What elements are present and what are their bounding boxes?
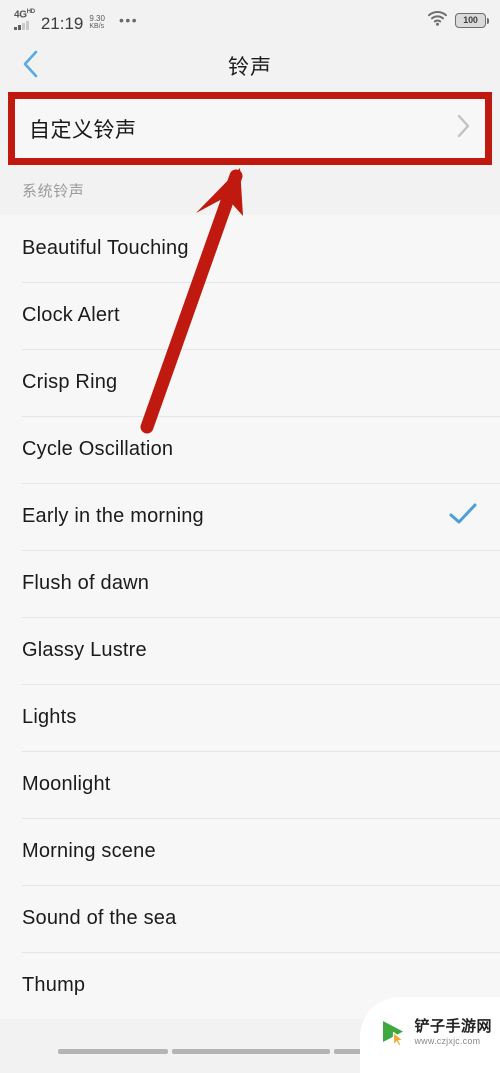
annotation-highlight-box: 自定义铃声 <box>8 92 492 165</box>
list-item[interactable]: Cycle Oscillation <box>0 416 500 483</box>
section-header-system-ringtones: 系统铃声 <box>0 165 500 215</box>
list-item[interactable]: Clock Alert <box>0 282 500 349</box>
ringtone-name: Crisp Ring <box>22 371 118 393</box>
list-item[interactable]: Beautiful Touching <box>0 215 500 282</box>
ringtone-name: Moonlight <box>22 773 111 795</box>
nav-home-segment[interactable] <box>172 1049 330 1054</box>
page-header: 铃声 <box>0 40 500 92</box>
signal-indicator: 4GHD <box>14 8 35 30</box>
signal-bars-icon <box>14 20 29 30</box>
status-bar-right: 100 <box>427 10 489 31</box>
custom-ringtone-label: 自定义铃声 <box>29 118 137 142</box>
network-speed-value: 9.30 <box>89 13 105 23</box>
ringtone-list: Beautiful Touching Clock Alert Crisp Ring C… <box>0 215 500 1019</box>
list-item[interactable]: Glassy Lustre <box>0 617 500 684</box>
ringtone-name: Sound of the sea <box>22 907 177 929</box>
status-overflow-icon: ••• <box>118 11 139 28</box>
ringtone-name: Beautiful Touching <box>22 237 189 259</box>
list-item[interactable]: Flush of dawn <box>0 550 500 617</box>
status-bar-left: 4GHD 21:19 9.30 KB/s ••• <box>14 8 139 33</box>
network-speed: 9.30 KB/s <box>89 13 105 31</box>
battery-icon: 100 <box>455 12 489 28</box>
network-type-label: 4GHD <box>14 9 35 21</box>
network-speed-unit: KB/s <box>89 22 105 30</box>
ringtone-name: Early in the morning <box>22 505 204 527</box>
wifi-icon <box>427 10 448 31</box>
back-button[interactable] <box>14 49 48 83</box>
ringtone-name: Cycle Oscillation <box>22 438 174 460</box>
list-item[interactable]: Early in the morning <box>0 483 500 550</box>
page-title: 铃声 <box>228 56 272 79</box>
chevron-right-icon <box>456 113 471 144</box>
status-bar: 4GHD 21:19 9.30 KB/s ••• 100 <box>0 0 500 40</box>
nav-recents-segment[interactable] <box>334 1049 444 1054</box>
ringtone-name: Lights <box>22 706 77 728</box>
list-item[interactable]: Lights <box>0 684 500 751</box>
ringtone-name: Morning scene <box>22 840 156 862</box>
ringtone-name: Clock Alert <box>22 304 120 326</box>
watermark-brand: 铲子手游网 <box>414 1017 492 1035</box>
list-item[interactable]: Moonlight <box>0 751 500 818</box>
list-item[interactable]: Crisp Ring <box>0 349 500 416</box>
list-item[interactable]: Thump <box>0 952 500 1019</box>
custom-ringtone-section: 自定义铃声 <box>0 92 500 165</box>
list-item[interactable]: Morning scene <box>0 818 500 885</box>
ringtone-name: Glassy Lustre <box>22 639 147 661</box>
clock-time: 21:19 <box>40 13 84 33</box>
custom-ringtone-row[interactable]: 自定义铃声 <box>15 99 485 158</box>
list-item[interactable]: Sound of the sea <box>0 885 500 952</box>
chevron-left-icon <box>22 49 40 84</box>
ringtone-name: Flush of dawn <box>22 572 150 594</box>
ringtone-name: Thump <box>22 974 86 996</box>
check-icon <box>448 502 478 531</box>
nav-back-segment[interactable] <box>58 1049 168 1054</box>
battery-level-label: 100 <box>463 15 478 25</box>
system-navigation-bar <box>0 1040 500 1057</box>
